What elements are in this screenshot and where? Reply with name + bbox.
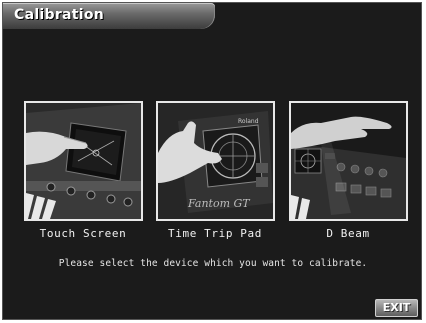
- exit-button[interactable]: EXIT: [375, 299, 418, 317]
- touch-screen-option[interactable]: [24, 101, 143, 221]
- time-trip-pad-option[interactable]: Roland Fantom GT: [156, 101, 275, 221]
- time-trip-pad-label: Time Trip Pad: [168, 227, 262, 240]
- time-trip-pad-photo: Roland Fantom GT: [158, 103, 273, 219]
- window-title: Calibration: [14, 7, 105, 23]
- d-beam-label: D Beam: [326, 227, 370, 240]
- d-beam-option[interactable]: [289, 101, 408, 221]
- instruction-message: Please select the device which you want …: [58, 258, 368, 269]
- touch-screen-label: Touch Screen: [39, 227, 127, 240]
- d-beam-photo: [291, 103, 406, 219]
- svg-text:Roland: Roland: [238, 118, 259, 125]
- svg-text:Fantom GT: Fantom GT: [187, 197, 251, 210]
- title-bar: Calibration: [3, 3, 215, 29]
- touch-screen-photo: [26, 103, 141, 219]
